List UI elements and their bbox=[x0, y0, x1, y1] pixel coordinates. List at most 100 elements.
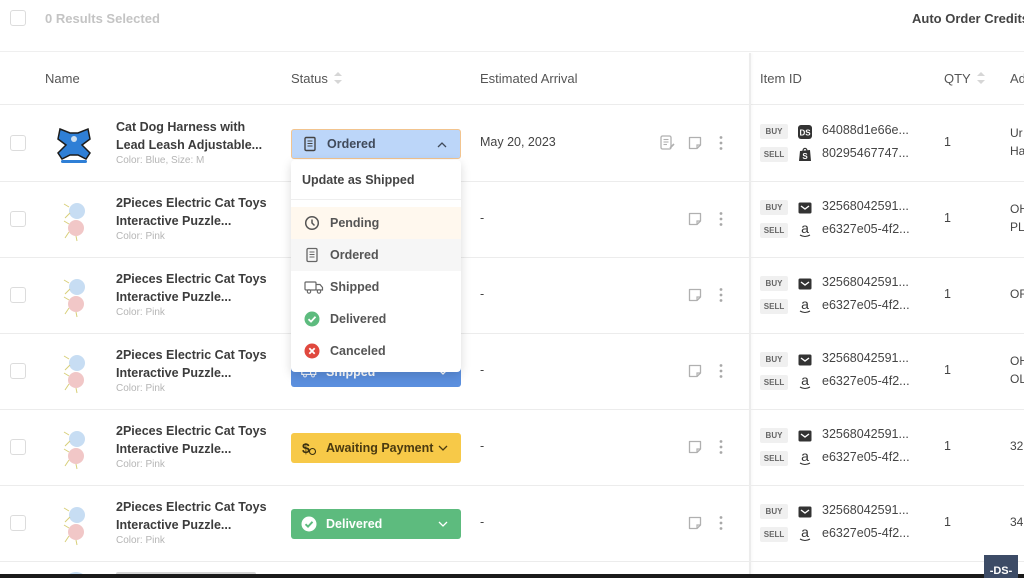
status-option-ordered[interactable]: Ordered bbox=[291, 239, 461, 271]
sticky-note-icon[interactable] bbox=[686, 362, 704, 380]
chevron-down-icon bbox=[438, 445, 448, 451]
quantity: 1 bbox=[944, 515, 951, 529]
quantity: 1 bbox=[944, 439, 951, 453]
sell-order-id[interactable]: 80295467747... bbox=[822, 146, 909, 160]
product-thumbnail[interactable] bbox=[52, 351, 96, 395]
status-icon bbox=[302, 136, 318, 152]
sell-order-id[interactable]: e6327e05-4f2... bbox=[822, 374, 910, 388]
product-name[interactable]: 2Pieces Electric Cat Toys Interactive Pu… bbox=[116, 270, 281, 306]
sell-order-id[interactable]: e6327e05-4f2... bbox=[822, 450, 910, 464]
x-circle-icon bbox=[304, 343, 320, 359]
column-header-item-id: Item ID bbox=[760, 71, 802, 86]
row-checkbox[interactable] bbox=[10, 211, 26, 227]
sticky-note-icon[interactable] bbox=[686, 210, 704, 228]
select-all-checkbox[interactable] bbox=[10, 10, 26, 26]
status-icon bbox=[301, 516, 317, 532]
address-line: 34 bbox=[1010, 515, 1024, 529]
status-option-label: Shipped bbox=[330, 280, 380, 294]
row-checkbox[interactable] bbox=[10, 515, 26, 531]
status-dropdown[interactable]: $ Awaiting Payment bbox=[291, 433, 461, 463]
status-dropdown[interactable]: Ordered bbox=[291, 129, 461, 159]
mail-icon bbox=[797, 428, 813, 444]
product-name-line: 2Pieces Electric Cat Toys bbox=[116, 348, 267, 362]
row-checkbox[interactable] bbox=[10, 439, 26, 455]
column-header-address: Ad bbox=[1010, 71, 1024, 86]
buy-order-id[interactable]: 32568042591... bbox=[822, 427, 909, 441]
table-header: Name Status Estimated Arrival Item ID QT… bbox=[0, 53, 1024, 105]
status-option-delivered[interactable]: Delivered bbox=[291, 303, 461, 335]
mail-icon bbox=[797, 352, 813, 368]
status-option-label: Delivered bbox=[330, 312, 387, 326]
watermark-badge: -DS- bbox=[984, 555, 1018, 578]
quantity: 1 bbox=[944, 211, 951, 225]
more-options-icon[interactable] bbox=[712, 362, 730, 380]
auto-order-credits-link[interactable]: Auto Order Credits bbox=[912, 11, 1024, 26]
column-header-qty[interactable]: QTY bbox=[944, 71, 985, 86]
product-thumbnail[interactable] bbox=[52, 503, 96, 547]
product-name[interactable]: 2Pieces Electric Cat Toys Interactive Pu… bbox=[116, 194, 281, 230]
more-options-icon[interactable] bbox=[712, 438, 730, 456]
sticky-note-icon[interactable] bbox=[686, 134, 704, 152]
product-thumbnail[interactable] bbox=[52, 427, 96, 471]
chevron-up-icon bbox=[437, 142, 447, 148]
product-name[interactable]: 2Pieces Electric Cat Toys Interactive Pu… bbox=[116, 346, 281, 382]
status-option-pending[interactable]: Pending bbox=[291, 207, 461, 239]
status-option-label: Pending bbox=[330, 216, 380, 230]
buy-order-id[interactable]: 32568042591... bbox=[822, 503, 909, 517]
product-name-line: Interactive Puzzle... bbox=[116, 214, 232, 228]
status-option-canceled[interactable]: Canceled bbox=[291, 335, 461, 367]
buy-order-id[interactable]: 32568042591... bbox=[822, 351, 909, 365]
product-thumbnail[interactable] bbox=[52, 199, 96, 243]
sort-icon[interactable] bbox=[333, 72, 342, 84]
product-variant: Color: Pink bbox=[116, 535, 165, 546]
more-options-icon[interactable] bbox=[712, 514, 730, 532]
column-header-status[interactable]: Status bbox=[291, 71, 342, 86]
column-header-name: Name bbox=[45, 71, 80, 86]
product-name-line: 2Pieces Electric Cat Toys bbox=[116, 424, 267, 438]
address-line: OH bbox=[1010, 354, 1024, 368]
more-options-icon[interactable] bbox=[712, 134, 730, 152]
address-line: PL bbox=[1010, 220, 1024, 234]
sell-order-id[interactable]: e6327e05-4f2... bbox=[822, 222, 910, 236]
sticky-note-icon[interactable] bbox=[686, 286, 704, 304]
buy-tag: BUY bbox=[760, 428, 788, 443]
buy-tag: BUY bbox=[760, 200, 788, 215]
product-name[interactable]: Cat Dog Harness with Lead Leash Adjustab… bbox=[116, 118, 281, 154]
tracking-note-icon[interactable] bbox=[658, 134, 676, 152]
buy-tag: BUY bbox=[760, 124, 788, 139]
sort-icon[interactable] bbox=[976, 72, 985, 84]
product-name-line: 2Pieces Electric Cat Toys bbox=[116, 272, 267, 286]
status-menu: Update as Shipped Pending Ordered Shippe… bbox=[291, 160, 461, 372]
product-name[interactable]: 2Pieces Electric Cat Toys Interactive Pu… bbox=[116, 422, 281, 458]
row-checkbox[interactable] bbox=[10, 135, 26, 151]
product-thumbnail[interactable] bbox=[52, 123, 96, 167]
estimated-arrival: - bbox=[480, 515, 485, 529]
svg-text:S: S bbox=[802, 152, 808, 161]
buy-order-id[interactable]: 32568042591... bbox=[822, 199, 909, 213]
sticky-note-icon[interactable] bbox=[686, 438, 704, 456]
row-checkbox[interactable] bbox=[10, 287, 26, 303]
status-dropdown[interactable]: Delivered bbox=[291, 509, 461, 539]
status-option-label: Canceled bbox=[330, 344, 386, 358]
sell-order-id[interactable]: e6327e05-4f2... bbox=[822, 526, 910, 540]
product-thumbnail[interactable] bbox=[52, 275, 96, 319]
buy-order-id[interactable]: 32568042591... bbox=[822, 275, 909, 289]
estimated-arrival: May 20, 2023 bbox=[480, 135, 556, 149]
sell-order-id[interactable]: e6327e05-4f2... bbox=[822, 298, 910, 312]
update-as-shipped-option[interactable]: Update as Shipped bbox=[291, 160, 461, 200]
status-option-shipped[interactable]: Shipped bbox=[291, 271, 461, 303]
svg-text:DS: DS bbox=[799, 129, 811, 138]
table-row: 2Pieces Electric Cat Toys Interactive Pu… bbox=[0, 334, 1024, 410]
amazon-icon: a bbox=[797, 220, 813, 238]
sticky-note-icon[interactable] bbox=[686, 514, 704, 532]
svg-text:a: a bbox=[801, 526, 809, 540]
estimated-arrival: - bbox=[480, 287, 485, 301]
more-options-icon[interactable] bbox=[712, 286, 730, 304]
sell-tag: SELL bbox=[760, 375, 788, 390]
more-options-icon[interactable] bbox=[712, 210, 730, 228]
status-label: Ordered bbox=[327, 137, 376, 151]
row-checkbox[interactable] bbox=[10, 363, 26, 379]
buy-order-id[interactable]: 64088d1e66e... bbox=[822, 123, 909, 137]
product-name[interactable]: 2Pieces Electric Cat Toys Interactive Pu… bbox=[116, 498, 281, 534]
buy-tag: BUY bbox=[760, 352, 788, 367]
